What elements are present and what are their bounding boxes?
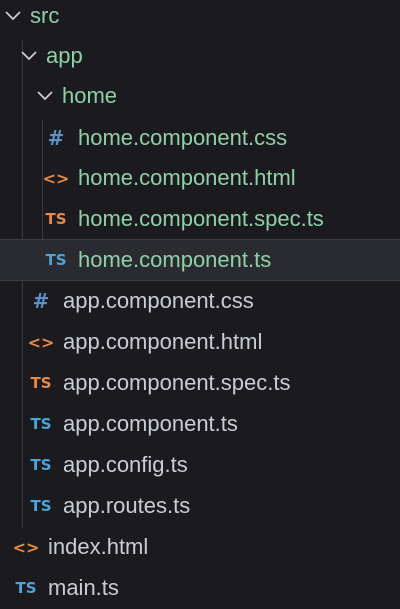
file-label: index.html xyxy=(48,534,149,559)
ts-icon: TS xyxy=(30,497,52,515)
tree-folder-app[interactable]: app xyxy=(0,36,400,76)
tree-file-app-component-html[interactable]: <> app.component.html xyxy=(0,322,400,362)
hash-icon: # xyxy=(32,289,50,313)
tree-file-home-component-html[interactable]: <> home.component.html xyxy=(0,158,400,198)
code-icon: <> xyxy=(12,537,40,557)
file-label: app.config.ts xyxy=(63,452,188,477)
file-label: home.component.spec.ts xyxy=(78,206,324,231)
file-label: app.component.css xyxy=(63,288,254,313)
ts-icon: TS xyxy=(30,374,52,392)
ts-icon: TS xyxy=(45,210,67,228)
tree-file-app-component-spec-ts[interactable]: TS app.component.spec.ts xyxy=(0,363,400,403)
tree-file-index-html[interactable]: <> index.html xyxy=(0,527,400,567)
folder-label-app: app xyxy=(46,43,83,68)
ts-icon: TS xyxy=(30,415,52,433)
ts-icon: TS xyxy=(30,456,52,474)
tree-file-app-component-ts[interactable]: TS app.component.ts xyxy=(0,404,400,444)
folder-label-home: home xyxy=(62,83,118,108)
folder-label-src: src xyxy=(30,3,60,28)
code-icon: <> xyxy=(27,332,55,352)
file-label: app.component.html xyxy=(63,329,263,354)
file-label: app.component.spec.ts xyxy=(63,370,291,395)
ts-icon: TS xyxy=(15,579,37,597)
file-label: home.component.html xyxy=(78,165,296,190)
tree-file-home-component-ts[interactable]: TS home.component.ts xyxy=(0,239,400,281)
tree-file-main-ts[interactable]: TS main.ts xyxy=(0,568,400,608)
file-label: app.routes.ts xyxy=(63,493,191,518)
code-icon: <> xyxy=(42,168,70,188)
tree-file-app-routes-ts[interactable]: TS app.routes.ts xyxy=(0,486,400,526)
chevron-down-icon[interactable] xyxy=(32,84,58,108)
hash-icon: # xyxy=(47,126,65,150)
file-label: home.component.ts xyxy=(78,247,272,272)
tree-file-home-component-spec-ts[interactable]: TS home.component.spec.ts xyxy=(0,199,400,239)
tree-folder-src[interactable]: src xyxy=(0,0,400,36)
file-label: main.ts xyxy=(48,575,119,600)
file-explorer-tree: src app home # home.component.css <> hom… xyxy=(0,0,400,609)
tree-file-app-config-ts[interactable]: TS app.config.ts xyxy=(0,445,400,485)
ts-icon: TS xyxy=(45,251,67,269)
tree-file-home-component-css[interactable]: # home.component.css xyxy=(0,118,400,158)
tree-folder-home[interactable]: home xyxy=(0,76,400,116)
chevron-down-icon[interactable] xyxy=(16,44,42,68)
tree-file-app-component-css[interactable]: # app.component.css xyxy=(0,281,400,321)
file-label: app.component.ts xyxy=(63,411,238,436)
file-label: home.component.css xyxy=(78,125,288,150)
chevron-down-icon[interactable] xyxy=(0,4,26,28)
